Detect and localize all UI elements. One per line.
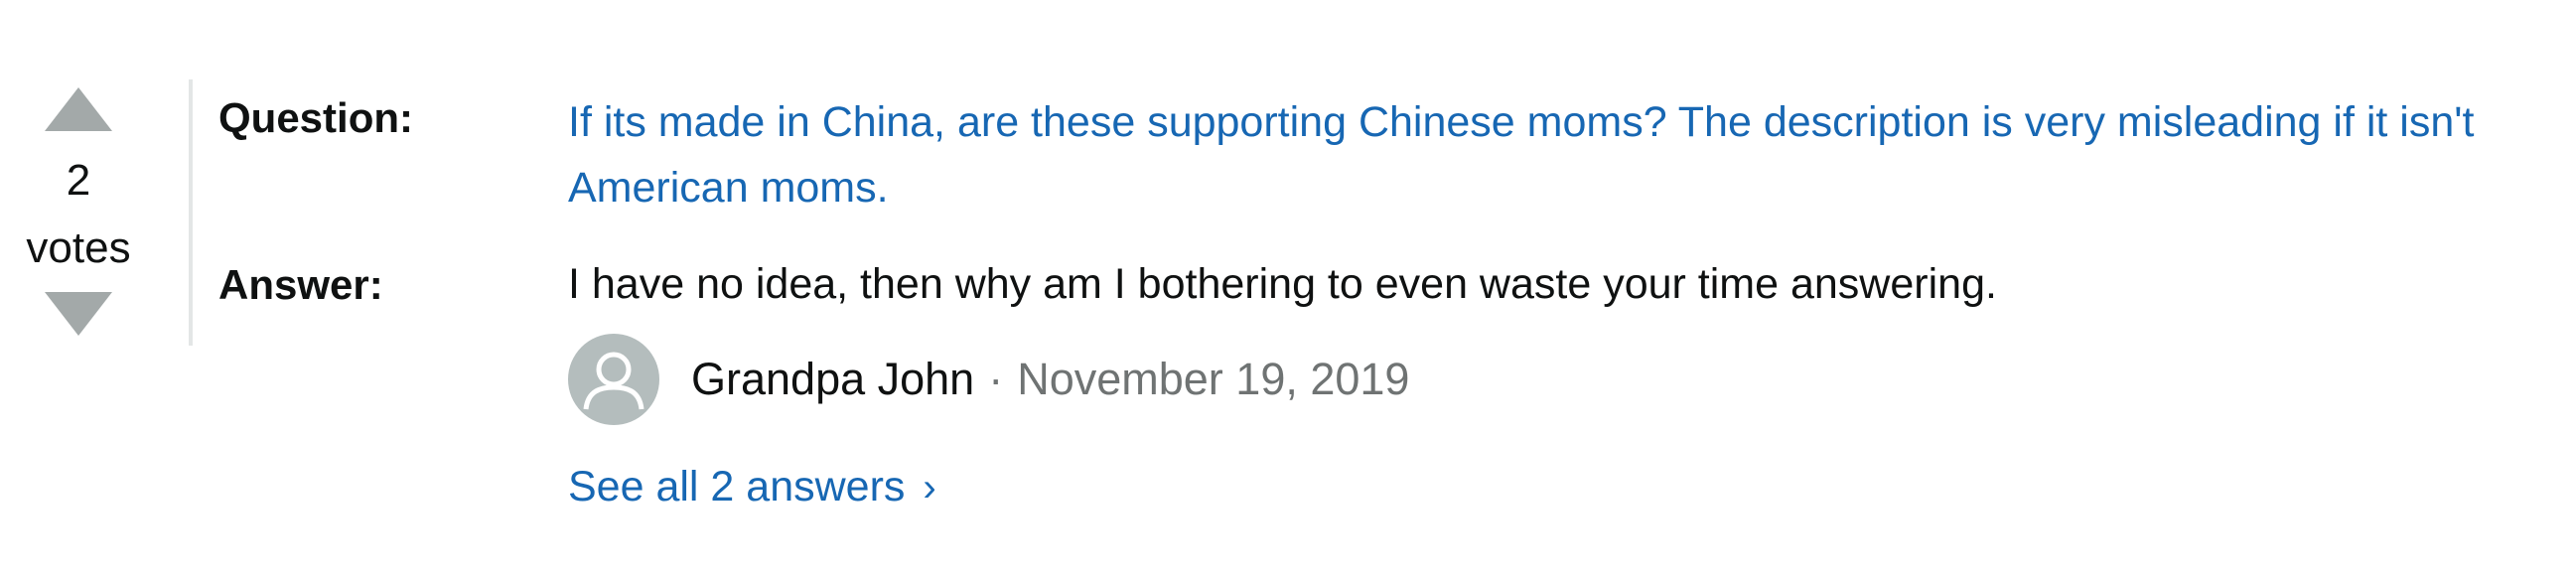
answer-text: I have no idea, then why am I bothering … (568, 260, 1997, 308)
vote-divider (189, 79, 193, 346)
answer-author-row: Grandpa John · November 19, 2019 (568, 334, 1409, 425)
triangle-up-icon (45, 87, 112, 131)
chevron-right-icon: › (923, 466, 936, 509)
answer-label: Answer: (218, 261, 383, 308)
triangle-down-icon (45, 292, 112, 336)
vote-count: 2 (66, 156, 91, 205)
vote-up-button[interactable] (43, 85, 114, 133)
vote-down-button[interactable] (43, 290, 114, 338)
see-all-answers-link[interactable]: See all 2 answers › (568, 459, 936, 515)
author-name: Grandpa John (691, 354, 975, 404)
answer-date: November 19, 2019 (1017, 354, 1410, 404)
see-all-answers-label: See all 2 answers (568, 463, 906, 510)
author-date-separator: · (988, 354, 1004, 404)
vote-count-label: votes (26, 223, 131, 272)
question-link[interactable]: If its made in China, are these supporti… (568, 89, 2554, 220)
avatar (568, 334, 659, 425)
question-label: Question: (218, 94, 413, 141)
vote-column: 2 votes (0, 79, 157, 348)
user-silhouette-icon (583, 352, 644, 410)
